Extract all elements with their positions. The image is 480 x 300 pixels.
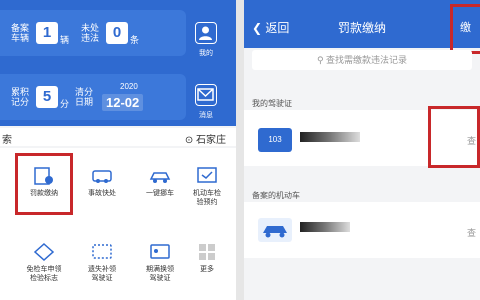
section-vehicle: 备案的机动车 — [252, 191, 300, 200]
vehicle-violation-card[interactable]: 备案 车辆 1 辆 未处 违法 0 条 — [0, 10, 186, 56]
violation-count: 0 — [106, 22, 128, 44]
tile-more[interactable]: 更多 — [178, 228, 236, 292]
tile-vehicle-inspection[interactable]: 机动车检 验预约 — [178, 152, 236, 216]
violation-unit: 条 — [130, 35, 140, 45]
clear-date-label: 清分 日期 — [74, 87, 93, 107]
section-license: 我的驾驶证 — [252, 99, 292, 108]
mine-label: 我的 — [199, 50, 213, 57]
info-header: 备案 车辆 1 辆 未处 违法 0 条 我的 累积 记分 5 分 清分 日期 2020 … — [0, 0, 236, 126]
more-icon — [199, 244, 215, 260]
points-label: 累积 记分 — [10, 87, 29, 107]
message-label: 消息 — [199, 112, 213, 119]
highlight-box-pay — [450, 4, 480, 54]
clear-date: 12-02 — [102, 94, 144, 111]
vehicle-count: 1 — [36, 22, 58, 44]
record-search-input[interactable]: ⚲ 查找需缴款违法记录 — [252, 50, 472, 70]
page-title: 罚款缴纳 — [337, 21, 386, 35]
left-app-panel: 备案 车辆 1 辆 未处 违法 0 条 我的 累积 记分 5 分 清分 日期 2020 … — [0, 0, 236, 300]
vehicle-label: 备案 车辆 — [10, 23, 29, 43]
lost-license-icon — [92, 244, 112, 259]
points-card[interactable]: 累积 记分 5 分 清分 日期 2020 12-02 — [0, 74, 186, 120]
violation-label: 未处 违法 — [80, 23, 99, 43]
tile-lost-license[interactable]: 遗失补领 驾驶证 — [73, 228, 131, 292]
highlight-box-query — [428, 106, 480, 168]
clear-year: 2020 — [120, 82, 138, 91]
exempt-sticker-icon — [33, 242, 55, 262]
nav-header: ❮ 返回 罚款缴纳 缴 — [244, 0, 480, 48]
inspection-icon — [197, 167, 217, 183]
accident-icon — [92, 170, 112, 183]
masked-plate-number — [300, 222, 350, 232]
highlight-box-fine-payment — [15, 153, 73, 215]
vehicle-card[interactable]: 查 — [244, 202, 480, 258]
location-icon: ⊙ — [184, 135, 194, 146]
tile-exempt-sticker[interactable]: 免检车申领 检验标志 — [15, 228, 73, 292]
search-partial-label: 索 — [2, 135, 12, 146]
renew-license-icon — [150, 244, 170, 259]
panel-divider — [236, 0, 244, 300]
tile-accident[interactable]: 事故快处 — [73, 152, 131, 216]
query-link-vehicle[interactable]: 查 — [467, 226, 476, 239]
city-selector[interactable]: ⊙ 石家庄 — [185, 131, 226, 146]
points-unit: 分 — [60, 99, 70, 109]
points-count: 5 — [36, 86, 58, 108]
search-row[interactable]: 索 ⊙ 石家庄 — [0, 128, 236, 146]
move-car-icon — [149, 172, 171, 183]
message-icon[interactable] — [195, 84, 217, 106]
vehicle-unit: 辆 — [60, 35, 70, 45]
license-badge-icon: 103 — [258, 128, 292, 152]
right-app-panel: ❮ 返回 罚款缴纳 缴 ⚲ 查找需缴款违法记录 我的驾驶证 103 查 备案的机… — [244, 0, 480, 300]
search-icon: ⚲ — [316, 55, 324, 65]
car-icon — [258, 218, 292, 242]
masked-license-number — [300, 132, 360, 142]
avatar-icon[interactable] — [195, 22, 217, 44]
